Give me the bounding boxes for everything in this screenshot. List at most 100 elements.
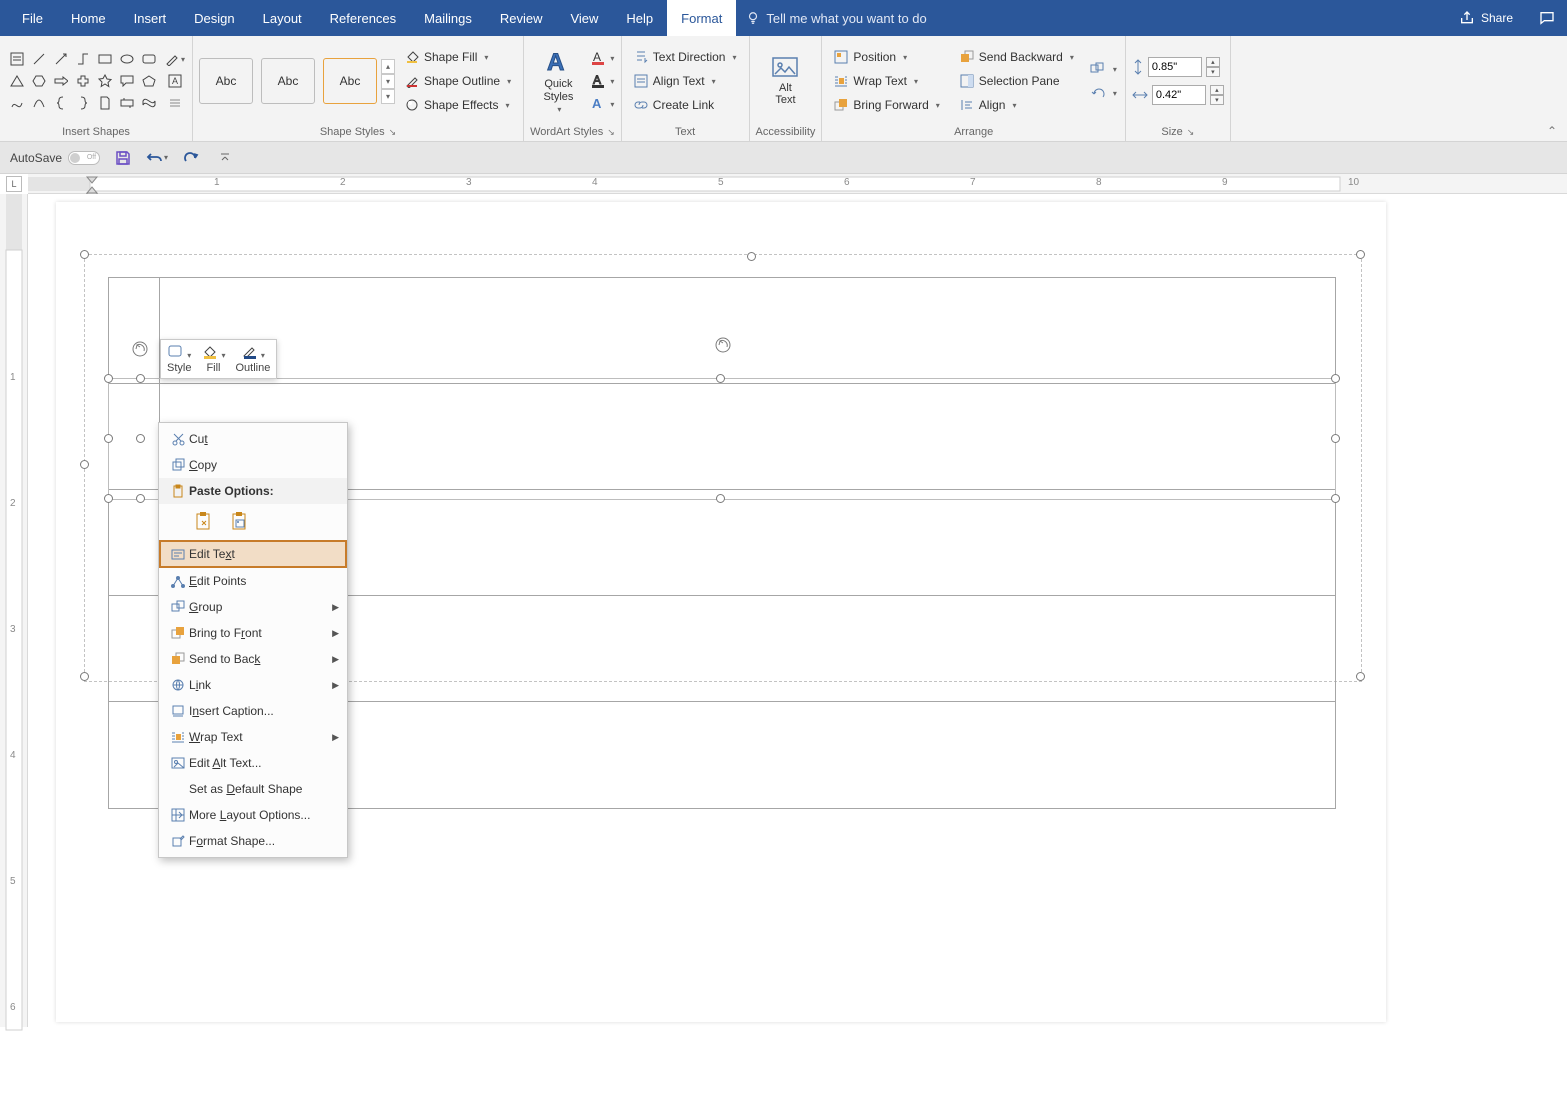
shape-outline-button[interactable]: Shape Outline▾ bbox=[399, 70, 517, 92]
width-control[interactable]: ▴▾ bbox=[1132, 83, 1224, 107]
selection-handle[interactable] bbox=[1331, 494, 1340, 503]
shape-textbox-icon[interactable] bbox=[6, 48, 28, 70]
tab-references[interactable]: References bbox=[316, 0, 410, 36]
tab-mailings[interactable]: Mailings bbox=[410, 0, 486, 36]
wrap-text-button[interactable]: Wrap Text▾ bbox=[828, 70, 945, 92]
paste-keep-source-button[interactable] bbox=[191, 508, 217, 536]
table-row[interactable] bbox=[109, 278, 1335, 384]
bring-forward-button[interactable]: Bring Forward▾ bbox=[828, 94, 945, 116]
qat-customize-button[interactable] bbox=[214, 147, 236, 169]
tab-selector[interactable]: L bbox=[6, 176, 22, 192]
selection-handle[interactable] bbox=[1356, 250, 1365, 259]
quick-styles-button[interactable]: A Quick Styles▾ bbox=[530, 47, 586, 115]
edit-shape-button[interactable]: ▾ bbox=[164, 48, 186, 70]
selection-handle[interactable] bbox=[136, 434, 145, 443]
shape-triangle-icon[interactable] bbox=[6, 70, 28, 92]
shape-plus-icon[interactable] bbox=[72, 70, 94, 92]
wordart-launcher[interactable]: ↘ bbox=[607, 127, 615, 138]
tab-file[interactable]: File bbox=[8, 0, 57, 36]
save-button[interactable] bbox=[112, 147, 134, 169]
shape-connector-icon[interactable] bbox=[72, 48, 94, 70]
ctx-edit-alt-text[interactable]: Edit Alt Text... bbox=[159, 750, 347, 776]
selection-handle[interactable] bbox=[136, 374, 145, 383]
selection-handle[interactable] bbox=[104, 494, 113, 503]
shape-doc-icon[interactable] bbox=[94, 92, 116, 114]
position-button[interactable]: Position▾ bbox=[828, 46, 945, 68]
ctx-default-shape[interactable]: Set as Default Shape bbox=[159, 776, 347, 802]
tab-home[interactable]: Home bbox=[57, 0, 120, 36]
tab-layout[interactable]: Layout bbox=[249, 0, 316, 36]
autosave-toggle[interactable]: AutoSave Off bbox=[10, 151, 100, 165]
ctx-group[interactable]: Group▶ bbox=[159, 594, 347, 620]
comments-button[interactable] bbox=[1527, 0, 1567, 36]
selection-handle[interactable] bbox=[1331, 434, 1340, 443]
shape-styles-launcher[interactable]: ↘ bbox=[389, 127, 397, 138]
group-objects-button[interactable]: ▾ bbox=[1088, 58, 1119, 80]
ctx-more-layout[interactable]: More Layout Options... bbox=[159, 802, 347, 828]
shape-hexagon-icon[interactable] bbox=[28, 70, 50, 92]
mini-style-button[interactable]: ▾ Style bbox=[167, 344, 191, 374]
height-spinner[interactable]: ▴▾ bbox=[1206, 57, 1220, 77]
selection-handle[interactable] bbox=[104, 374, 113, 383]
rotate-button[interactable]: ▾ bbox=[1088, 82, 1119, 104]
height-control[interactable]: ▴▾ bbox=[1132, 55, 1224, 79]
share-button[interactable]: Share bbox=[1445, 0, 1527, 36]
ctx-edit-text[interactable]: Edit Text bbox=[159, 540, 347, 568]
selection-handle[interactable] bbox=[80, 250, 89, 259]
shape-line-icon[interactable] bbox=[28, 48, 50, 70]
tab-help[interactable]: Help bbox=[612, 0, 667, 36]
width-input[interactable] bbox=[1152, 85, 1206, 105]
ctx-send-back[interactable]: Send to Back▶ bbox=[159, 646, 347, 672]
paste-picture-button[interactable] bbox=[227, 508, 253, 536]
shape-wave-icon[interactable] bbox=[138, 92, 160, 114]
send-backward-button[interactable]: Send Backward▾ bbox=[954, 46, 1080, 68]
selection-handle[interactable] bbox=[716, 374, 725, 383]
draw-textbox-button[interactable]: A bbox=[164, 70, 186, 92]
tab-view[interactable]: View bbox=[556, 0, 612, 36]
text-effects-button[interactable]: A▾ bbox=[590, 94, 614, 114]
rotation-handle[interactable] bbox=[714, 336, 732, 354]
ctx-bring-front[interactable]: Bring to Front▶ bbox=[159, 620, 347, 646]
shapes-gallery[interactable] bbox=[6, 48, 160, 114]
collapse-ribbon-button[interactable]: ⌃ bbox=[1547, 124, 1557, 138]
size-launcher[interactable]: ↘ bbox=[1187, 127, 1195, 138]
shape-brace-right-icon[interactable] bbox=[72, 92, 94, 114]
selection-handle[interactable] bbox=[136, 494, 145, 503]
shape-flowchart-icon[interactable] bbox=[116, 92, 138, 114]
ctx-copy[interactable]: Copy bbox=[159, 452, 347, 478]
alt-text-button[interactable]: Alt Text bbox=[757, 47, 813, 115]
ruler-horizontal[interactable]: L 1 2 3 4 5 6 7 8 9 10 bbox=[28, 174, 1567, 194]
style-swatch-3[interactable]: Abc bbox=[323, 58, 377, 104]
selection-handle[interactable] bbox=[1331, 374, 1340, 383]
width-spinner[interactable]: ▴▾ bbox=[1210, 85, 1224, 105]
tab-format[interactable]: Format bbox=[667, 0, 736, 36]
ruler-vertical[interactable]: 123456 bbox=[0, 194, 28, 1027]
ctx-cut[interactable]: Cut bbox=[159, 426, 347, 452]
height-input[interactable] bbox=[1148, 57, 1202, 77]
shape-curve-icon[interactable] bbox=[28, 92, 50, 114]
shape-style-gallery[interactable]: Abc Abc Abc bbox=[199, 58, 377, 104]
ctx-insert-caption[interactable]: Insert Caption... bbox=[159, 698, 347, 724]
redo-button[interactable] bbox=[180, 147, 202, 169]
shape-oval-icon[interactable] bbox=[116, 48, 138, 70]
text-outline-button[interactable]: A▾ bbox=[590, 71, 614, 91]
shape-rect-icon[interactable] bbox=[94, 48, 116, 70]
align-button[interactable]: Align▾ bbox=[954, 94, 1080, 116]
ctx-format-shape[interactable]: Format Shape... bbox=[159, 828, 347, 854]
selection-handle[interactable] bbox=[104, 434, 113, 443]
ctx-edit-points[interactable]: Edit Points bbox=[159, 568, 347, 594]
selection-handle[interactable] bbox=[1356, 672, 1365, 681]
shape-pentagon-icon[interactable] bbox=[138, 70, 160, 92]
shape-roundrect-icon[interactable] bbox=[138, 48, 160, 70]
align-text-button[interactable]: Align Text▾ bbox=[628, 70, 743, 92]
style-swatch-2[interactable]: Abc bbox=[261, 58, 315, 104]
shape-arrow-icon[interactable] bbox=[50, 70, 72, 92]
style-swatch-1[interactable]: Abc bbox=[199, 58, 253, 104]
text-fill-button[interactable]: A▾ bbox=[590, 48, 614, 68]
shape-brace-left-icon[interactable] bbox=[50, 92, 72, 114]
shape-star-icon[interactable] bbox=[94, 70, 116, 92]
tab-insert[interactable]: Insert bbox=[120, 0, 181, 36]
ctx-wrap-text[interactable]: Wrap Text▶ bbox=[159, 724, 347, 750]
tab-design[interactable]: Design bbox=[180, 0, 248, 36]
create-link-button[interactable]: Create Link bbox=[628, 94, 743, 116]
